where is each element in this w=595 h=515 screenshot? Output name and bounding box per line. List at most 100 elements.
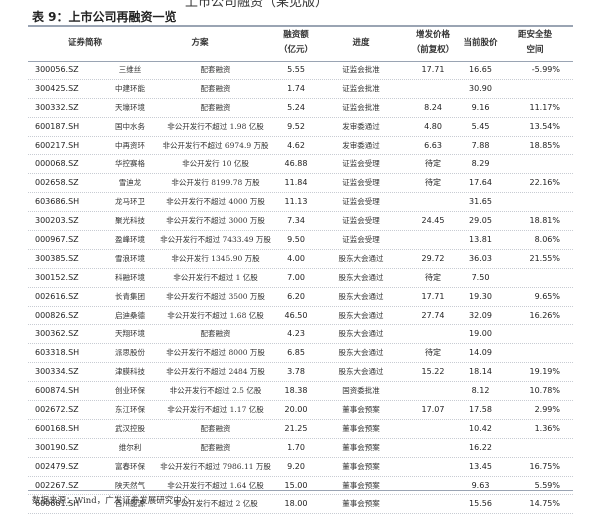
table-row: 300332.SZ 天壕环境 配套融资 5.24 证监会批准 8.24 9.16 11.17% [28, 99, 573, 118]
cell-code: 600168.SH [35, 423, 80, 433]
table-row: 000068.SZ 华控赛格 非公开发行 10 亿股 46.88 证监会受理 待定 8.29 [28, 155, 573, 175]
cell-current-price: 32.09 [469, 310, 492, 320]
source-note: 数据来源：Wind，广发证券发展研究中心 [32, 496, 191, 506]
cell-current-price: 9.16 [471, 102, 490, 112]
cell-distance: 21.55% [529, 253, 560, 263]
cell-distance: 1.36% [534, 423, 560, 433]
cell-code: 002267.SZ [35, 480, 79, 490]
header-progress-label: 进度 [352, 37, 370, 48]
header-code-label: 证券简称 [67, 37, 102, 48]
table-row: 002672.SZ 东江环保 非公开发行不超过 1.17 亿股 20.00 董事会预案 1… [28, 401, 573, 420]
cell-code: 002658.SZ [35, 178, 79, 188]
cell-current-price: 19.00 [469, 329, 492, 339]
cell-distance [505, 193, 560, 211]
cell-code: 300334.SZ [35, 367, 79, 377]
table-row: 300362.SZ 天翔环境 配套融资 4.23 股东大会通过 19.00 [28, 325, 573, 345]
cell-current-price: 8.12 [471, 386, 490, 396]
cell-current-price: 15.56 [469, 499, 492, 509]
cell-code: 000826.SZ [35, 310, 79, 320]
cell-code: 002672.SZ [35, 405, 79, 415]
cell-code: 300056.SZ [35, 65, 79, 74]
header-amount-line2: （亿元） [278, 45, 313, 55]
header-plan-label: 方案 [191, 37, 209, 48]
cell-distance: 19.19% [529, 367, 560, 377]
table-row: 300203.SZ 聚光科技 非公开发行不超过 3000 万股 7.34 证监会受理 24… [28, 212, 573, 232]
table-row: 300385.SZ 雪浪环境 非公开发行 1345.90 万股 4.00 股东大会通过 2… [28, 250, 573, 269]
table-row: 300056.SZ 三维丝 配套融资 5.55 证监会批准 17.71 16.65 -5.99… [28, 61, 573, 80]
cell-code: 000068.SZ [35, 159, 79, 169]
table-row: 000967.SZ 盈峰环境 非公开发行不超过 7433.49 万股 9.50 证监会受… [28, 231, 573, 250]
cell-code: 603686.SH [35, 197, 80, 207]
cell-distance: -5.99% [531, 65, 560, 74]
document-top-title: 上市公司融资（某见版） [185, 0, 329, 10]
table-row: 600187.SH 国中水务 非公开发行不超过 1.98 亿股 9.52 发审委通过 4.… [28, 118, 573, 137]
cell-distance [505, 325, 560, 343]
table-row: 002658.SZ 雪迪龙 非公开发行 8199.78 万股 11.84 证监会受理 待定… [28, 174, 573, 194]
cell-current-price: 29.05 [469, 216, 492, 226]
header-current-label: 当前股价 [463, 37, 498, 48]
cell-current-price: 7.50 [471, 272, 490, 282]
cell-distance: 14.75% [529, 499, 560, 509]
cell-distance: 18.85% [529, 140, 560, 150]
header-plan: 方案 [140, 26, 260, 60]
table-row: 300334.SZ 津膜科技 非公开发行不超过 2484 万股 3.78 股东大会通过 1… [28, 363, 573, 383]
cell-current-price: 13.45 [469, 461, 492, 471]
cell-current-price: 16.65 [469, 65, 492, 74]
cell-distance [505, 269, 560, 287]
cell-distance: 5.59% [534, 480, 560, 490]
table-row: 002267.SZ 陕天然气 非公开发行不超过 1.64 亿股 15.00 董事会预案 9… [28, 477, 573, 496]
cell-code: 603318.SH [35, 348, 80, 358]
header-issue-line1: 增发价格 [415, 30, 450, 40]
header-distance-line1: 距安全垫 [517, 30, 552, 40]
cell-code: 600187.SH [35, 121, 80, 131]
cell-distance: 9.65% [534, 291, 560, 301]
table-row: 300425.SZ 中建环能 配套融资 1.74 证监会批准 30.90 [28, 80, 573, 99]
cell-distance: 13.54% [529, 121, 560, 131]
table-row: 002479.SZ 富春环保 非公开发行不超过 7986.11 万股 9.20 董事会预… [28, 458, 573, 477]
cell-current-price: 18.14 [469, 367, 492, 377]
table-row: 002616.SZ 长青集团 非公开发行不超过 3500 万股 6.20 股东大会通过 1… [28, 288, 573, 307]
cell-distance [505, 344, 560, 362]
header-amount-line1: 融资额 [283, 30, 309, 40]
cell-current-price: 5.45 [471, 121, 490, 131]
cell-code: 300385.SZ [35, 253, 79, 263]
cell-distance: 8.06% [534, 235, 560, 245]
table-bottom-rule [28, 490, 573, 491]
cell-code: 300332.SZ [35, 102, 79, 112]
cell-current-price: 7.88 [471, 140, 490, 150]
cell-code: 300425.SZ [35, 83, 79, 93]
cell-code: 002616.SZ [35, 291, 79, 301]
cell-distance [505, 439, 560, 457]
cell-distance: 18.81% [529, 216, 560, 226]
cell-distance: 10.78% [529, 386, 560, 396]
cell-distance: 16.75% [529, 461, 560, 471]
cell-code: 300203.SZ [35, 216, 79, 226]
table-row: 300190.SZ 维尔利 配套融资 1.70 董事会预案 16.22 [28, 439, 573, 458]
table-row: 000826.SZ 启迪桑德 非公开发行不超过 1.68 亿股 46.50 股东大会通过… [28, 307, 573, 326]
cell-current-price: 17.64 [469, 178, 492, 188]
table-row: 600874.SH 创业环保 非公开发行不超过 2.5 亿股 18.38 国资委批准 8.… [28, 382, 573, 402]
header-code: 证券简称 [30, 26, 140, 60]
cell-code: 600217.SH [35, 140, 80, 150]
table-row: 300152.SZ 科融环境 非公开发行不超过 1 亿股 7.00 股东大会通过 待定 7.… [28, 269, 573, 288]
cell-current-price: 16.22 [469, 442, 492, 452]
cell-current-price: 8.29 [471, 159, 490, 169]
cell-current-price: 14.09 [469, 348, 492, 358]
cell-code: 600874.SH [35, 386, 80, 396]
cell-distance: 16.26% [529, 310, 560, 320]
table-row: 600217.SH 中再资环 非公开发行不超过 6974.9 万股 4.62 发审委通过… [28, 137, 573, 156]
header-distance: 距安全垫 空间 [505, 26, 565, 60]
table-row: 600168.SH 武汉控股 配套融资 21.25 董事会预案 10.42 1.36% [28, 420, 573, 439]
cell-distance: 11.17% [529, 102, 560, 112]
cell-current-price: 31.65 [469, 197, 492, 207]
table-caption: 表 9：上市公司再融资一览 [32, 10, 177, 24]
cell-current-price: 9.63 [471, 480, 490, 490]
cell-current-price: 36.03 [469, 253, 492, 263]
cell-distance [505, 80, 560, 98]
table-body: 300056.SZ 三维丝 配套融资 5.55 证监会批准 17.71 16.65 -5.99… [28, 61, 573, 515]
cell-current-price: 19.30 [469, 291, 492, 301]
table-row: 603318.SH 派思股份 非公开发行不超过 8000 万股 6.85 股东大会通过待… [28, 344, 573, 364]
cell-distance: 22.16% [529, 178, 560, 188]
cell-code: 000967.SZ [35, 235, 79, 245]
header-distance-line2: 空间 [526, 45, 544, 55]
